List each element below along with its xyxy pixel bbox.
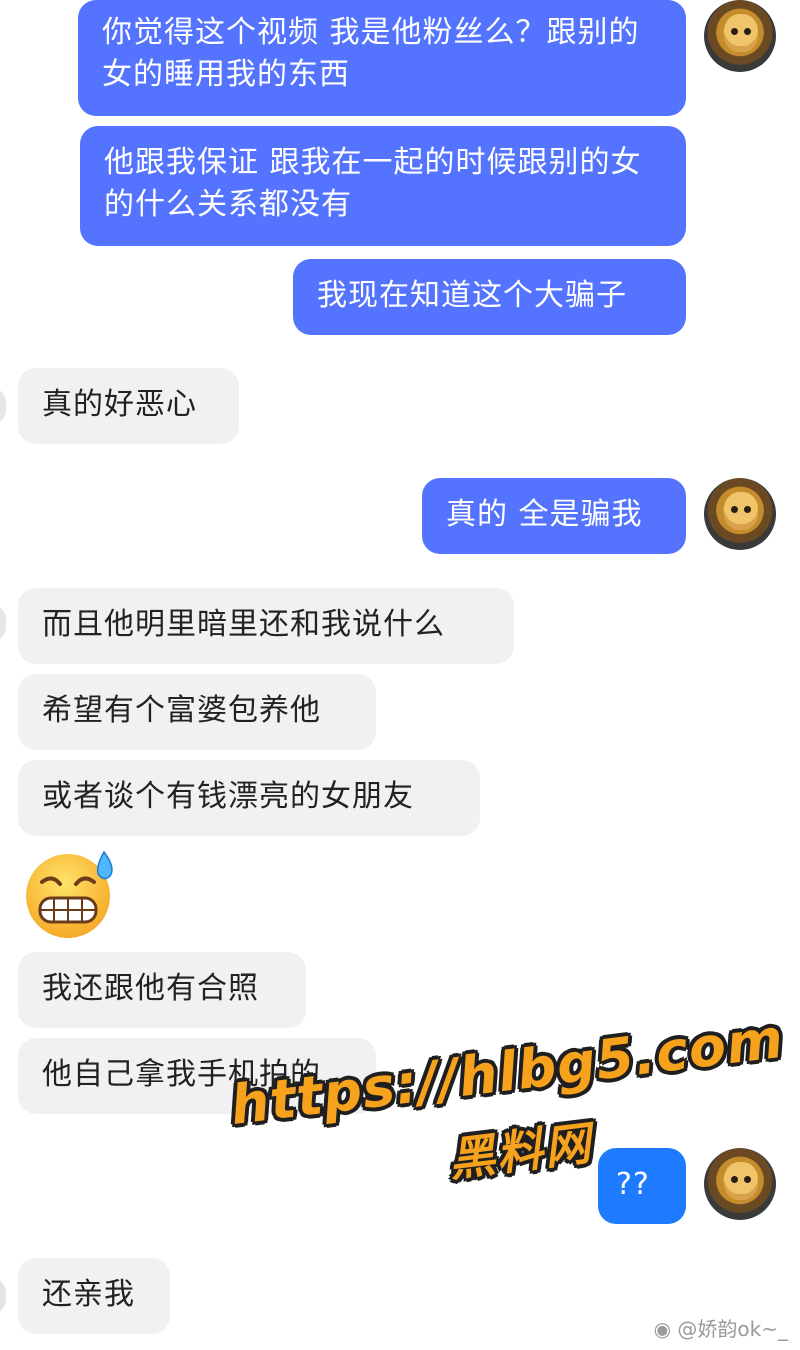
message-bubble-sent[interactable]: 我现在知道这个大骗子 <box>293 259 686 335</box>
message-bubble-received[interactable]: 或者谈个有钱漂亮的女朋友 <box>18 760 480 836</box>
message-text: 而且他明里暗里还和我说什么 <box>42 607 445 642</box>
message-bubble-received[interactable]: 希望有个富婆包养他 <box>18 674 376 750</box>
message-bubble-received[interactable]: 还亲我 <box>18 1258 170 1334</box>
watermark-site-name: 黑料网 <box>445 1115 596 1187</box>
message-text: 希望有个富婆包养他 <box>42 693 321 728</box>
message-text: 真的 全是骗我 <box>446 497 643 532</box>
message-bubble-sent[interactable]: 真的 全是骗我 <box>422 478 686 554</box>
user-avatar[interactable] <box>704 478 776 550</box>
footer-credit: ◉ @娇韵ok~_ <box>654 1313 788 1342</box>
user-avatar[interactable] <box>704 0 776 72</box>
message-bubble-sent[interactable]: 他跟我保证 跟我在一起的时候跟别的女的什么关系都没有 <box>80 126 686 246</box>
message-bubble-received[interactable]: 我还跟他有合照 <box>18 952 306 1028</box>
message-text: 我还跟他有合照 <box>42 971 259 1006</box>
message-bubble-received[interactable]: 而且他明里暗里还和我说什么 <box>18 588 514 664</box>
grimacing-sweat-emoji-icon <box>26 850 113 938</box>
message-bubble-received[interactable]: 真的好恶心 <box>18 368 239 444</box>
contact-avatar-edge <box>0 388 6 424</box>
message-bubble-sent[interactable]: 你觉得这个视频 我是他粉丝么？跟别的女的睡用我的东西 <box>78 0 686 116</box>
message-text: 或者谈个有钱漂亮的女朋友 <box>42 779 414 814</box>
message-text: 我现在知道这个大骗子 <box>317 278 627 313</box>
message-text: 真的好恶心 <box>42 387 197 422</box>
message-text: 还亲我 <box>42 1277 135 1312</box>
contact-avatar-edge <box>0 605 6 641</box>
contact-avatar-edge <box>0 1278 6 1314</box>
weibo-icon: ◉ <box>653 1317 672 1341</box>
message-text: 他跟我保证 跟我在一起的时候跟别的女的什么关系都没有 <box>104 145 642 222</box>
grimacing-sweat-emoji[interactable] <box>20 848 120 940</box>
credit-text: @娇韵ok~_ <box>677 1317 788 1341</box>
message-text: 你觉得这个视频 我是他粉丝么？跟别的女的睡用我的东西 <box>102 15 640 92</box>
